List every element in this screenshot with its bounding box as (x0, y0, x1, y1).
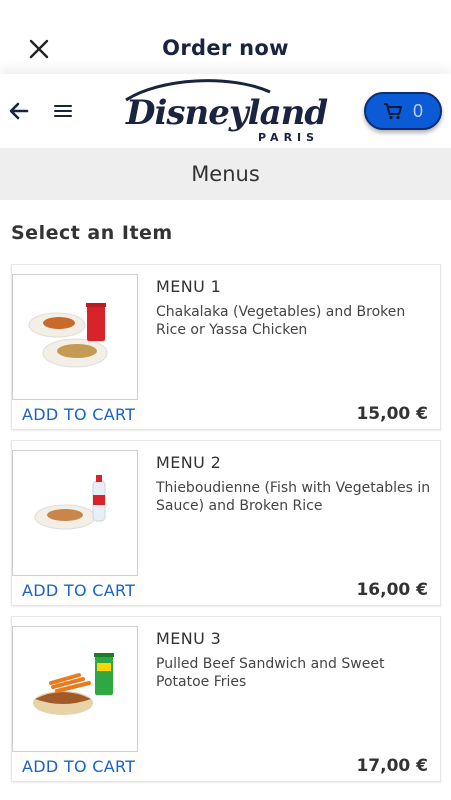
menu-name: MENU 3 (156, 629, 222, 648)
menu-image (12, 450, 138, 576)
back-button[interactable] (6, 98, 32, 124)
top-bar: Order now (0, 0, 451, 74)
menu-price: 15,00 € (356, 404, 428, 424)
logo-subtext: PARIS (258, 131, 319, 144)
section-title: Menus (191, 162, 260, 186)
meal-photo-illustration (34, 475, 106, 530)
menu-name: MENU 1 (156, 277, 222, 296)
logo-text: Disneyland (125, 93, 328, 133)
meal-photo-illustration (28, 303, 108, 368)
menu-card[interactable]: MENU 1 Chakalaka (Vegetables) and Broken… (11, 264, 441, 430)
hamburger-icon (54, 105, 72, 117)
hamburger-menu-button[interactable] (52, 100, 74, 122)
logo-graphic: Disneyland PARIS (125, 79, 329, 144)
menu-image (12, 274, 138, 400)
meal-photo-illustration (33, 653, 114, 715)
menu-description: Pulled Beef Sandwich and Sweet Potatoe F… (156, 656, 385, 690)
menu-card[interactable]: MENU 3 Pulled Beef Sandwich and Sweet Po… (11, 616, 441, 782)
add-to-cart-button[interactable]: ADD TO CART (22, 405, 135, 424)
disneyland-paris-logo[interactable]: Disneyland PARIS (120, 78, 332, 144)
cart-icon (383, 103, 402, 120)
menu-price: 16,00 € (356, 580, 428, 600)
list-heading: Select an Item (11, 222, 173, 244)
brand-bar: Disneyland PARIS 0 (0, 74, 451, 148)
cart-count: 0 (412, 100, 423, 121)
add-to-cart-button[interactable]: ADD TO CART (22, 757, 135, 776)
section-header: Menus (0, 148, 451, 200)
cart-button[interactable]: 0 (364, 92, 442, 130)
page-title: Order now (162, 36, 289, 60)
menu-price: 17,00 € (356, 756, 428, 776)
menu-description: Chakalaka (Vegetables) and Broken Rice o… (156, 304, 406, 338)
menu-description: Thieboudienne (Fish with Vegetables in S… (156, 480, 431, 514)
menu-name: MENU 2 (156, 453, 222, 472)
arrow-left-icon (9, 102, 29, 120)
menu-card[interactable]: MENU 2 Thieboudienne (Fish with Vegetabl… (11, 440, 441, 606)
menu-image (12, 626, 138, 752)
add-to-cart-button[interactable]: ADD TO CART (22, 581, 135, 600)
